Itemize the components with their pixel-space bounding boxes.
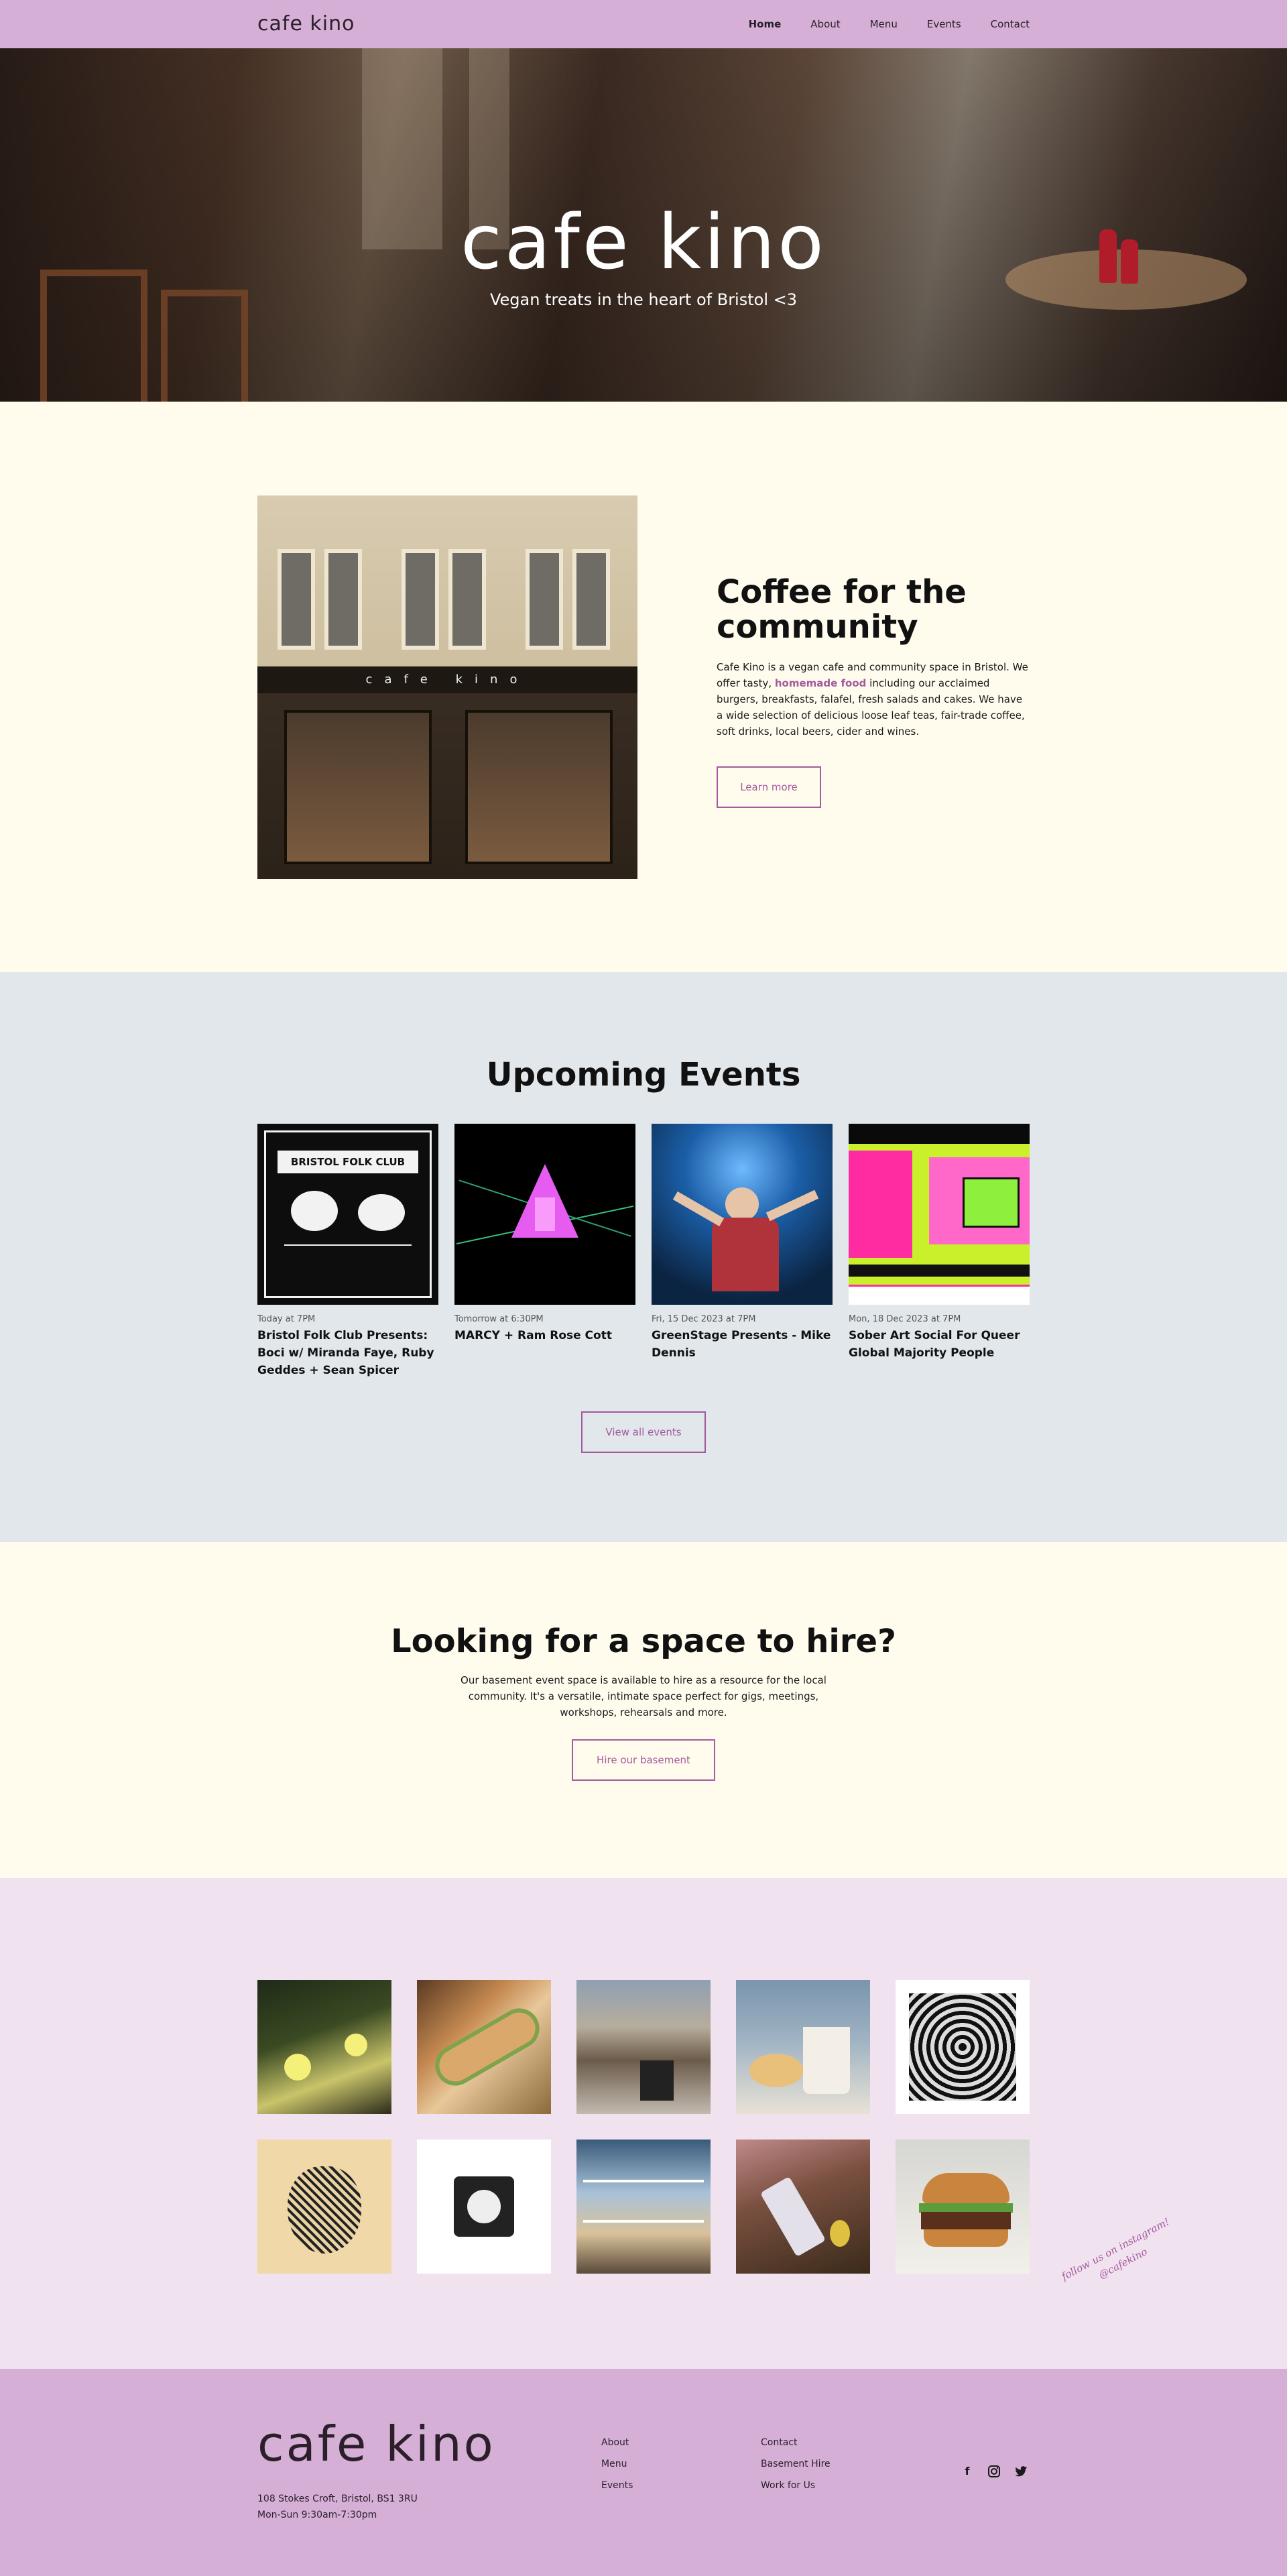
instagram-photo-street[interactable] — [576, 1980, 711, 2114]
hero-subtitle: Vegan treats in the heart of Bristol <3 — [489, 290, 797, 309]
site-footer: cafe kino 108 Stokes Croft, Bristol, BS1… — [0, 2369, 1287, 2576]
event-poster — [454, 1124, 635, 1305]
instagram-photo-burger[interactable] — [896, 2140, 1030, 2274]
event-card[interactable]: Mon, 18 Dec 2023 at 7PM Sober Art Social… — [849, 1124, 1030, 1362]
instagram-photo-cake-counter[interactable] — [576, 2140, 711, 2274]
about-text-block: Coffee for the community Cafe Kino is a … — [717, 575, 1030, 808]
hero-title: cafe kino — [461, 199, 826, 286]
nav-menu[interactable]: Menu — [870, 18, 898, 30]
event-poster — [652, 1124, 833, 1305]
instagram-photo-print[interactable] — [417, 2140, 551, 2274]
twitter-icon[interactable] — [1014, 2465, 1028, 2478]
footer-logo[interactable]: cafe kino — [257, 2416, 495, 2472]
nav-about[interactable]: About — [810, 18, 840, 30]
footer-link-menu[interactable]: Menu — [601, 2459, 633, 2469]
instagram-photo-lamps[interactable] — [257, 1980, 391, 2114]
instagram-note[interactable]: follow us on instagram! @cafekino — [1058, 2214, 1180, 2299]
photo-window — [324, 549, 362, 650]
nav-events[interactable]: Events — [927, 18, 961, 30]
event-date: Tomorrow at 6:30PM — [454, 1314, 544, 1324]
footer-link-basement-hire[interactable]: Basement Hire — [761, 2459, 831, 2469]
footer-links-col-2: Contact Basement Hire Work for Us — [761, 2437, 831, 2491]
footer-address-block: 108 Stokes Croft, Bristol, BS1 3RU Mon-S… — [257, 2491, 418, 2523]
photo-window — [278, 549, 315, 650]
instagram-photo-coffee[interactable] — [736, 1980, 870, 2114]
photo-window — [448, 549, 486, 650]
hire-basement-button[interactable]: Hire our basement — [572, 1739, 715, 1781]
facebook-icon[interactable]: f — [961, 2465, 974, 2478]
event-date: Mon, 18 Dec 2023 at 7PM — [849, 1314, 961, 1324]
about-heading: Coffee for the community — [717, 573, 967, 646]
event-poster: BRISTOL FOLK CLUB — [257, 1124, 438, 1305]
events-section: Upcoming Events BRISTOL FOLK CLUB Today … — [0, 972, 1287, 1542]
event-title: Bristol Folk Club Presents: Boci w/ Mira… — [257, 1329, 434, 1377]
hire-section: Looking for a space to hire? Our basemen… — [0, 1542, 1287, 1878]
footer-hours: Mon-Sun 9:30am-7:30pm — [257, 2510, 377, 2520]
homemade-food-link[interactable]: homemade food — [775, 677, 867, 689]
storefront-sign: cafe kino — [257, 666, 637, 693]
footer-link-contact[interactable]: Contact — [761, 2437, 831, 2448]
footer-links-col-1: About Menu Events — [601, 2437, 633, 2491]
events-heading: Upcoming Events — [486, 1056, 801, 1094]
instagram-photo-artwork[interactable] — [896, 1980, 1030, 2114]
event-card[interactable]: BRISTOL FOLK CLUB Today at 7PM Bristol F… — [257, 1124, 438, 1379]
main-menu: Home About Menu Events Contact — [749, 0, 1030, 48]
about-section: cafe kino Coffee for the community Cafe … — [0, 402, 1287, 972]
photo-window — [402, 549, 439, 650]
social-icons: f — [961, 2465, 1028, 2478]
event-title: GreenStage Presents - Mike Dennis — [652, 1329, 831, 1360]
event-card[interactable]: Tomorrow at 6:30PM MARCY + Ram Rose Cott — [454, 1124, 635, 1344]
event-date: Fri, 15 Dec 2023 at 7PM — [652, 1314, 756, 1324]
nav-contact[interactable]: Contact — [991, 18, 1030, 30]
event-poster — [849, 1124, 1030, 1305]
hire-paragraph: Our basement event space is available to… — [461, 1674, 826, 1718]
instagram-photo-drink[interactable] — [736, 2140, 870, 2274]
poster-title: BRISTOL FOLK CLUB — [278, 1151, 418, 1173]
storefront-window — [284, 710, 432, 864]
nav-home[interactable]: Home — [749, 18, 782, 30]
event-title: Sober Art Social For Queer Global Majori… — [849, 1329, 1020, 1360]
event-title: MARCY + Ram Rose Cott — [454, 1329, 612, 1342]
learn-more-button[interactable]: Learn more — [717, 766, 821, 808]
hero-banner: cafe kino Vegan treats in the heart of B… — [0, 48, 1287, 402]
footer-link-work-for-us[interactable]: Work for Us — [761, 2480, 831, 2491]
instagram-section: follow us on instagram! @cafekino — [0, 1878, 1287, 2369]
cafe-storefront-photo: cafe kino — [257, 495, 637, 879]
storefront-window — [465, 710, 613, 864]
hero-content: cafe kino Vegan treats in the heart of B… — [0, 199, 1287, 309]
instagram-photo-sandwich[interactable] — [417, 1980, 551, 2114]
event-date: Today at 7PM — [257, 1314, 316, 1324]
top-nav: cafe kino Home About Menu Events Contact — [0, 0, 1287, 48]
about-paragraph: Cafe Kino is a vegan cafe and community … — [717, 659, 1030, 740]
hire-heading: Looking for a space to hire? — [391, 1623, 896, 1660]
footer-link-events[interactable]: Events — [601, 2480, 633, 2491]
photo-window — [526, 549, 563, 650]
event-card[interactable]: Fri, 15 Dec 2023 at 7PM GreenStage Prese… — [652, 1124, 833, 1362]
footer-link-about[interactable]: About — [601, 2437, 633, 2448]
view-all-events-button[interactable]: View all events — [581, 1411, 706, 1453]
footer-address: 108 Stokes Croft, Bristol, BS1 3RU — [257, 2494, 418, 2504]
photo-window — [572, 549, 610, 650]
site-logo[interactable]: cafe kino — [257, 12, 355, 36]
instagram-photo-heart-art[interactable] — [257, 2140, 391, 2274]
instagram-icon[interactable] — [987, 2465, 1001, 2478]
